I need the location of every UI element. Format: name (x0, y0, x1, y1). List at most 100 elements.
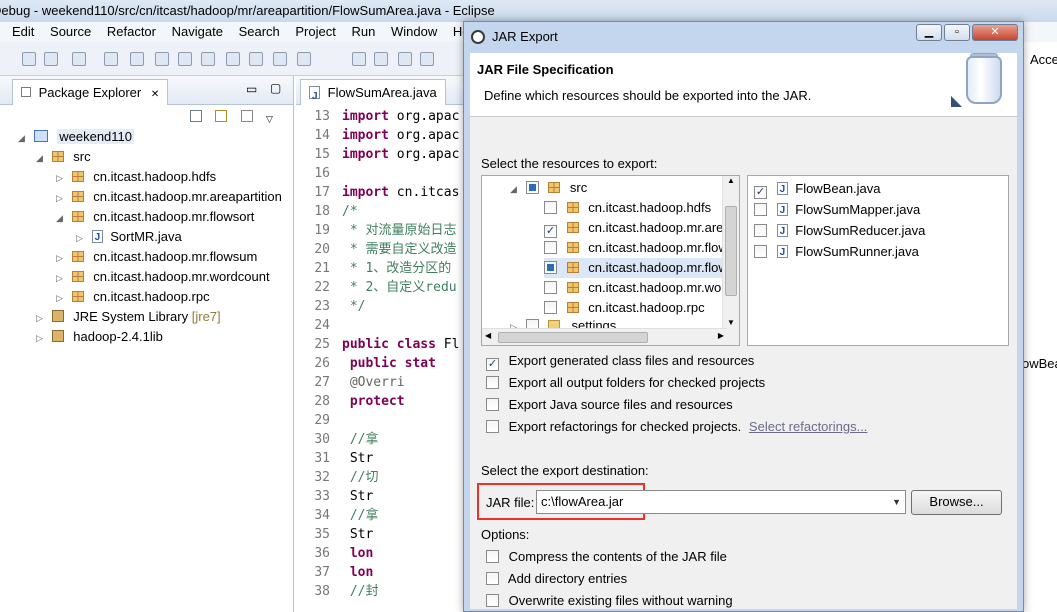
code-line[interactable]: 29 (296, 411, 342, 430)
code-line[interactable]: 26 public stat (296, 354, 436, 373)
collapsed-arrow-icon[interactable]: ▷ (36, 328, 48, 348)
file-checkbox[interactable] (754, 224, 767, 237)
suspend-icon[interactable] (155, 52, 169, 66)
menu-search[interactable]: Search (239, 22, 280, 42)
minimize-button[interactable]: ▁ (916, 24, 942, 41)
scroll-right-icon[interactable]: ▶ (718, 331, 724, 340)
code-line[interactable]: 13 import org.apac (296, 107, 459, 126)
open-type-icon[interactable] (398, 52, 412, 66)
scroll-down-icon[interactable]: ▼ (727, 318, 735, 327)
collapsed-arrow-icon[interactable]: ▷ (76, 228, 88, 248)
code-line[interactable]: 19 * 对流量原始日志 (296, 221, 456, 240)
code-line[interactable]: 21 * 1、改造分区的 (296, 259, 451, 278)
code-line[interactable]: 18 /* (296, 202, 357, 221)
tree-item-library[interactable]: ▷ hadoop-2.4.1lib (36, 327, 163, 347)
resource-row-package[interactable]: ✓ cn.itcast.hadoop.mr.area (544, 218, 731, 238)
collapsed-arrow-icon[interactable]: ▷ (36, 308, 48, 328)
code-line[interactable]: 37 lon (296, 563, 373, 582)
jar-file-combo[interactable]: c:\flowArea.jar ▼ (536, 490, 906, 514)
resource-row-package[interactable]: cn.itcast.hadoop.hdfs (544, 198, 711, 218)
browse-button[interactable]: Browse... (911, 490, 1002, 515)
drop-to-frame-icon[interactable] (297, 52, 311, 66)
package-checkbox[interactable] (544, 281, 557, 294)
src-checkbox[interactable] (525, 181, 539, 194)
resource-row-package-selected[interactable]: cn.itcast.hadoop.mr.flow (544, 258, 739, 278)
view-menu-icon[interactable] (240, 110, 253, 122)
package-checkbox[interactable]: ✓ (544, 225, 557, 238)
code-line[interactable]: 33 Str (296, 487, 373, 506)
skip-breakpoints-icon[interactable] (104, 52, 118, 66)
step-return-icon[interactable] (273, 52, 287, 66)
code-line[interactable]: 35 Str (296, 525, 373, 544)
tree-horizontal-scrollbar[interactable]: ◀ ▶ (482, 328, 727, 345)
package-checkbox[interactable] (544, 261, 557, 274)
menu-navigate[interactable]: Navigate (172, 22, 223, 42)
collapse-all-icon[interactable] (190, 110, 202, 122)
option-export-output-folders[interactable]: Export all output folders for checked pr… (486, 374, 765, 392)
resume-icon[interactable] (130, 52, 144, 66)
option-export-class-files[interactable]: ✓ Export generated class files and resou… (486, 352, 754, 371)
tab-package-explorer[interactable]: Package Explorer ✕ (12, 79, 169, 105)
tree-item-package[interactable]: ◢ cn.itcast.hadoop.mr.flowsort (56, 207, 254, 227)
export-source-files-checkbox[interactable] (486, 398, 499, 411)
expanded-arrow-icon[interactable]: ◢ (18, 128, 30, 148)
tree-item-jre-library[interactable]: ▷ JRE System Library [jre7] (36, 307, 221, 327)
minimize-icon[interactable]: ▭ (246, 82, 257, 96)
export-refactorings-checkbox[interactable] (486, 420, 499, 433)
tree-item-src[interactable]: ◢ src (36, 147, 91, 167)
menu-window[interactable]: Window (391, 22, 437, 42)
tab-flowsumarea[interactable]: FlowSumArea.java (300, 79, 446, 110)
option-export-refactorings[interactable]: Export refactorings for checked projects… (486, 418, 867, 436)
option-overwrite[interactable]: Overwrite existing files without warning (486, 592, 733, 610)
file-row[interactable]: FlowSumRunner.java (754, 242, 919, 263)
scroll-thumb[interactable] (725, 206, 737, 296)
maximize-icon[interactable]: ▢ (270, 81, 281, 95)
resource-row-src[interactable]: ◢ src (510, 178, 587, 198)
code-line[interactable]: 34 //拿 (296, 506, 378, 525)
h-scroll-thumb[interactable] (498, 332, 648, 343)
link-with-editor-icon[interactable] (215, 110, 228, 122)
resource-row-package[interactable]: cn.itcast.hadoop.mr.wor (544, 278, 726, 298)
terminate-icon[interactable] (178, 52, 192, 66)
option-export-source-files[interactable]: Export Java source files and resources (486, 396, 733, 414)
tree-item-package[interactable]: ▷ cn.itcast.hadoop.rpc (56, 287, 210, 307)
console-icon[interactable] (72, 52, 86, 66)
file-row[interactable]: ✓ FlowBean.java (754, 179, 881, 200)
menu-project[interactable]: Project (295, 22, 335, 42)
build-icon[interactable] (374, 52, 388, 66)
file-checkbox[interactable] (754, 203, 767, 216)
code-line[interactable]: 27 @Overri (296, 373, 404, 392)
step-into-icon[interactable] (226, 52, 240, 66)
scroll-up-icon[interactable]: ▲ (727, 176, 735, 185)
expanded-arrow-icon[interactable]: ◢ (56, 208, 68, 228)
code-line[interactable]: 28 protect (296, 392, 404, 411)
package-checkbox[interactable] (544, 201, 557, 214)
code-line[interactable]: 14 import org.apac (296, 126, 459, 145)
collapsed-arrow-icon[interactable]: ▷ (510, 317, 522, 328)
code-line[interactable]: 38 //封 (296, 582, 378, 601)
collapsed-arrow-icon[interactable]: ▷ (56, 168, 68, 188)
package-checkbox[interactable] (544, 301, 557, 314)
add-directory-entries-checkbox[interactable] (486, 572, 499, 585)
tree-item-project[interactable]: ◢ weekend110 (18, 127, 135, 148)
step-over-icon[interactable] (249, 52, 263, 66)
file-checkbox[interactable] (754, 245, 767, 258)
code-line[interactable]: 25 public class Fl (296, 335, 459, 354)
maximize-button[interactable]: ▫ (944, 24, 970, 41)
code-line[interactable]: 17 import cn.itcas (296, 183, 459, 202)
pin-icon[interactable] (352, 52, 366, 66)
collapsed-arrow-icon[interactable]: ▷ (56, 248, 68, 268)
file-list[interactable]: ✓ FlowBean.java FlowSumMapper.java FlowS… (747, 175, 1009, 346)
close-button[interactable]: ✕ (972, 24, 1018, 41)
tree-item-package[interactable]: ▷ cn.itcast.hadoop.hdfs (56, 167, 216, 187)
file-row[interactable]: FlowSumMapper.java (754, 200, 920, 221)
code-line[interactable]: 15 import org.apac (296, 145, 459, 164)
tree-vertical-scrollbar[interactable]: ▲ ▼ (722, 176, 739, 345)
collapsed-arrow-icon[interactable]: ▷ (56, 188, 68, 208)
menu-run[interactable]: Run (351, 22, 375, 42)
menu-refactor[interactable]: Refactor (107, 22, 156, 42)
collapsed-arrow-icon[interactable]: ▷ (56, 268, 68, 288)
resource-row-package[interactable]: cn.itcast.hadoop.rpc (544, 298, 705, 318)
chevron-down-icon[interactable]: ▼ (892, 491, 901, 513)
file-row[interactable]: FlowSumReducer.java (754, 221, 925, 242)
